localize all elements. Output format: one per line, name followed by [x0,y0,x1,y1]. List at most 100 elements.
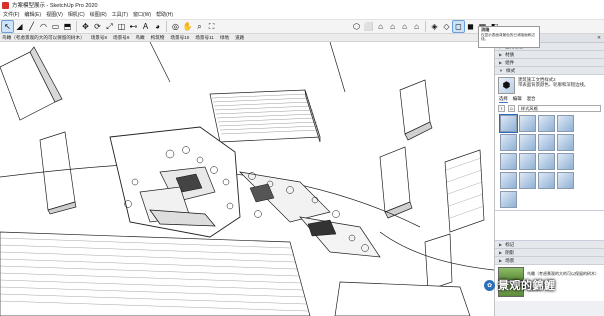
paint-bucket-icon[interactable]: ◕ [152,21,163,32]
back-view-icon[interactable]: ⌂ [399,21,410,32]
style-swatch[interactable] [557,153,574,170]
expand-arrow-icon: ▶ [499,52,503,57]
menu-item[interactable]: 相机(C) [68,11,85,18]
window-title: 方案模型展示 - SketchUp Pro 2020 [12,3,98,9]
menu-item[interactable]: 视图(V) [46,11,63,18]
tray-section[interactable]: ▶ 组件 [495,59,604,67]
style-subtab[interactable]: 选择 [499,96,508,103]
line-icon[interactable]: ╱ [26,21,37,32]
toolbar-separator [425,21,426,32]
menu-item[interactable]: 绘图(R) [90,11,107,18]
style-subtab[interactable]: 混合 [527,96,536,103]
tray-section[interactable]: ▶ 场景 [495,257,604,265]
home-icon[interactable]: ⌂ [508,105,515,112]
expand-arrow-icon: ▶ [499,250,503,255]
style-swatch[interactable] [538,153,555,170]
scene-tab[interactable]: 场景号10 [170,35,189,41]
select-icon[interactable]: ↖ [1,20,14,33]
expand-arrow-icon: ▶ [499,60,503,65]
styles-section-label: 样式 [505,67,516,73]
arc-icon[interactable]: ◠ [38,21,49,32]
top-view-icon[interactable]: ⬜ [363,21,374,32]
scale-icon[interactable]: ⤢ [104,21,115,32]
style-swatch[interactable] [500,134,517,151]
style-subtab[interactable]: 编辑 [513,96,522,103]
tray-section[interactable]: ▶ 阴影 [495,249,604,257]
tray-section-label: 材质 [505,51,515,57]
back-icon[interactable]: ‹ [498,105,505,112]
orbit-icon[interactable]: ◎ [170,21,181,32]
hidden-line-icon[interactable]: ◻ [452,20,465,33]
tray-section[interactable]: ▶ 标记 [495,241,604,249]
scene-tab[interactable]: 绿地 [220,35,229,41]
tray-section-label: 场景 [505,257,515,263]
default-tray-panel: 默认面板 ✕ ▶图元信息▶材质▶组件 ▼ 样式 ⬢ 建筑施工文档样式2 带表面背… [494,34,604,316]
styles-panel: ⬢ 建筑施工文档样式2 带表面背景颜色、轮廓和深粗边线。 选择 编辑 混合 ‹ ⌂ … [495,75,604,211]
style-swatch[interactable] [519,172,536,189]
wireframe-icon[interactable]: ◇ [441,21,452,32]
style-swatch[interactable] [500,172,517,189]
style-swatch[interactable] [557,115,574,132]
tray-section-label: 阴影 [505,249,515,255]
style-swatch[interactable] [538,134,555,151]
scene-tab[interactable]: 场景号11 [195,35,214,41]
style-swatch[interactable] [538,115,555,132]
scene-tab[interactable]: 鸟瞰（考虑景观的大的可以保留的树木） [2,35,85,41]
rectangle-icon[interactable]: ▭ [50,21,61,32]
move-icon[interactable]: ✥ [80,21,91,32]
scene-tab[interactable]: 构筑物 [151,35,165,41]
text-icon[interactable]: A [140,21,151,32]
front-view-icon[interactable]: ⌂ [375,21,386,32]
menu-item[interactable]: 工具(T) [112,11,128,18]
expand-arrow-icon: ▶ [499,258,503,263]
style-swatch[interactable] [519,153,536,170]
menu-item[interactable]: 帮助(H) [156,11,173,18]
style-swatch[interactable] [500,191,517,208]
tape-measure-icon[interactable]: ⊷ [128,21,139,32]
style-swatch[interactable] [499,114,518,133]
style-swatch[interactable] [519,134,536,151]
left-view-icon[interactable]: ⌂ [411,21,422,32]
toolbar-separator [76,21,77,32]
eraser-icon[interactable]: ◢ [14,21,25,32]
scene-tab[interactable]: 场景号9 [113,35,129,41]
tray-section-styles[interactable]: ▼ 样式 [495,67,604,75]
style-description: 带表面背景颜色、轮廓和深粗边线。 [518,82,589,88]
scene-tab[interactable]: 道路 [235,35,244,41]
menu-item[interactable]: 窗口(W) [133,11,151,18]
zoom-extents-icon[interactable]: ⛶ [206,21,217,32]
scene-tab[interactable]: 鸟瞰 [135,35,144,41]
model-viewport[interactable] [0,42,494,316]
style-swatch[interactable] [557,172,574,189]
style-subtabs: 选择 编辑 混合 [498,96,601,103]
wechat-logo-icon: ✿ [484,279,495,291]
style-thumbnail-icon: ⬢ [498,77,515,94]
expand-arrow-icon: ▶ [499,242,503,247]
scene-tab[interactable]: 场景号8 [91,35,107,41]
tray-section[interactable]: ▶ 材质 [495,51,604,59]
collapse-arrow-icon: ▼ [499,68,503,73]
tray-close-icon[interactable]: ✕ [597,36,601,41]
right-view-icon[interactable]: ⌂ [387,21,398,32]
tray-section-label: 组件 [505,59,515,65]
menu-item[interactable]: 编辑(E) [24,11,41,18]
rotate-icon[interactable]: ⟳ [92,21,103,32]
title-bar: 方案模型展示 - SketchUp Pro 2020 [0,0,604,10]
pan-icon[interactable]: ✋ [182,21,193,32]
style-swatch[interactable] [538,172,555,189]
push-pull-icon[interactable]: ⬒ [62,21,73,32]
style-collection-dropdown[interactable]: 样式风格 [518,105,601,112]
style-swatch[interactable] [519,115,536,132]
style-swatch[interactable] [557,134,574,151]
menu-item[interactable]: 文件(F) [3,11,19,18]
style-swatch[interactable] [500,153,517,170]
iso-view-icon[interactable]: ⬡ [351,21,362,32]
watermark-text: 景观的錦鯉 [498,280,556,292]
tray-section-label: 标记 [505,241,515,247]
xray-icon[interactable]: ◈ [429,21,440,32]
shaded-icon[interactable]: ◼ [465,21,476,32]
offset-icon[interactable]: ◫ [116,21,127,32]
toolbar-separator [166,21,167,32]
zoom-icon[interactable]: ⌕ [194,21,205,32]
sketchup-logo-icon [2,1,9,9]
